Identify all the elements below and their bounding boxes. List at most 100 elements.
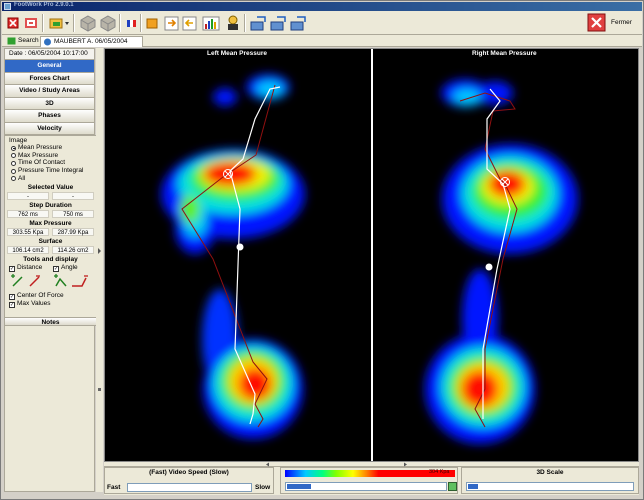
nav-forces-chart[interactable]: Forces Chart	[5, 72, 94, 85]
radio-dot	[11, 160, 16, 166]
date-label: Date : 06/05/2004 10:17:00	[5, 49, 94, 60]
radio-dot	[11, 168, 16, 174]
scale-slider-thumb[interactable]	[287, 484, 311, 489]
nav-velocity[interactable]: Velocity	[5, 122, 94, 135]
scale-max-label: 304 Kpa	[429, 469, 450, 475]
selected-value-left: -	[7, 192, 49, 201]
splitter[interactable]	[96, 48, 103, 492]
remove-angle-icon	[72, 275, 88, 288]
surface-heading: Surface	[38, 238, 63, 246]
tools-icons	[11, 274, 88, 288]
right-foot-heatmap	[425, 79, 578, 444]
radio-label: Max Pressure	[18, 151, 59, 159]
radio-max-pressure[interactable]: Max Pressure	[5, 152, 96, 160]
transfer-icon[interactable]	[288, 13, 310, 33]
toolbar: Fermer	[2, 11, 642, 35]
nav-3d[interactable]: 3D	[5, 97, 94, 110]
search-icon	[7, 37, 16, 45]
slow-label: Slow	[255, 484, 271, 491]
check-icon: ✓	[9, 302, 15, 309]
left-foot-heatmap	[161, 74, 305, 439]
scale3d-slider-thumb[interactable]	[468, 484, 478, 489]
pressure-view[interactable]: Left Mean Pressure Right Mean Pressure	[104, 48, 639, 462]
cube-icon[interactable]	[98, 13, 118, 33]
app-window: FootWork Pro 2.9.0.1 Fermer Search MAUBE…	[0, 0, 644, 500]
scale-apply-icon[interactable]	[448, 482, 457, 491]
check-icon: ✓	[9, 266, 15, 273]
tab-patient[interactable]: MAUBERT A. 06/05/2004 10:17:00	[40, 36, 143, 55]
title-bar: FootWork Pro 2.9.0.1	[2, 2, 642, 11]
max-values-checkbox[interactable]: ✓ Max Values	[9, 300, 51, 309]
scale3d-panel: 3D Scale	[461, 467, 639, 494]
export-icon[interactable]	[162, 13, 182, 33]
transfer-icon[interactable]	[268, 13, 290, 33]
sidebar: Date : 06/05/2004 10:17:00 General Force…	[4, 48, 96, 492]
worker-icon[interactable]	[222, 13, 244, 33]
tab-search-label: Search	[18, 37, 39, 44]
step-duration-heading: Step Duration	[29, 202, 72, 210]
fast-label: Fast	[107, 484, 121, 491]
scale-slider[interactable]	[285, 482, 447, 491]
flag-icon[interactable]	[22, 13, 40, 33]
folder-icon[interactable]	[47, 13, 71, 33]
tab-search[interactable]: Search	[5, 36, 41, 47]
center-of-force-label: Center Of Force	[17, 292, 64, 300]
notes-section[interactable]: Notes	[5, 317, 96, 326]
radio-pressure-time-integral[interactable]: Pressure Time Integral	[5, 167, 96, 175]
check-icon: ✓	[53, 266, 59, 273]
cube-icon[interactable]	[78, 13, 98, 33]
close-icon	[587, 13, 606, 32]
close-button-label: Fermer	[611, 19, 632, 26]
radio-label: Time Of Contact	[18, 159, 66, 167]
scale3d-label: 3D Scale	[536, 469, 564, 476]
radio-all[interactable]: All	[5, 175, 96, 183]
transfer-icon[interactable]	[248, 13, 270, 33]
flag-fr-icon[interactable]	[124, 13, 140, 33]
chart-icon[interactable]	[200, 13, 222, 33]
radio-label: All	[18, 174, 26, 182]
angle-label: Angle	[61, 264, 78, 272]
angle-checkbox[interactable]: ✓ Angle	[53, 264, 78, 273]
max-pressure-heading: Max Pressure	[29, 220, 72, 228]
import-icon[interactable]	[180, 13, 200, 33]
max-pressure-left: 303.55 Kpa	[7, 228, 49, 237]
radio-mean-pressure[interactable]: Mean Pressure	[5, 144, 96, 152]
patient-icon	[44, 38, 51, 46]
tab-bar: Search MAUBERT A. 06/05/2004 10:17:00	[2, 35, 642, 55]
surface-right: 114.26 cm2	[52, 246, 94, 255]
radio-time-of-contact[interactable]: Time Of Contact	[5, 159, 96, 167]
add-distance-icon	[11, 274, 23, 287]
video-speed-slider[interactable]	[127, 483, 252, 492]
radio-label: Pressure Time Integral	[18, 167, 84, 175]
step-duration-left: 762 ms	[7, 210, 49, 219]
bottom-controls: (Fast) Video Speed (Slow) Fast Slow 304 …	[104, 467, 639, 495]
nav-phases[interactable]: Phases	[5, 110, 94, 123]
step-duration-right: 750 ms	[52, 210, 94, 219]
nav-general[interactable]: General	[5, 60, 94, 73]
app-icon	[4, 3, 11, 10]
scale3d-slider[interactable]	[466, 482, 634, 491]
close-button[interactable]: Fermer	[580, 12, 642, 34]
image-group-label: Image	[9, 137, 28, 144]
exit-red-icon[interactable]	[6, 13, 20, 33]
max-values-label: Max Values	[17, 300, 51, 308]
radio-dot	[11, 153, 16, 159]
remove-distance-icon	[29, 275, 40, 287]
video-speed-panel: (Fast) Video Speed (Slow) Fast Slow	[104, 467, 274, 494]
radio-dot	[11, 176, 16, 182]
distance-checkbox[interactable]: ✓ Distance	[9, 264, 42, 273]
tools-heading: Tools and display	[23, 256, 78, 264]
selected-value-heading: Selected Value	[27, 184, 74, 192]
pressure-scale-panel: 304 Kpa	[280, 467, 458, 494]
surface-left: 106.14 cm2	[7, 246, 49, 255]
splitter-grip-icon	[98, 248, 101, 391]
orange-card-icon[interactable]	[144, 13, 160, 33]
max-pressure-right: 287.99 Kpa	[52, 228, 94, 237]
pressure-maps	[161, 74, 578, 444]
window-title: FootWork Pro 2.9.0.1	[14, 2, 74, 8]
nav-video-study-areas[interactable]: Video / Study Areas	[5, 85, 94, 98]
video-speed-label: (Fast) Video Speed (Slow)	[149, 469, 229, 476]
general-panel: Image Mean Pressure Max Pressure Time Of…	[5, 135, 96, 317]
center-of-force-checkbox[interactable]: ✓ Center Of Force	[9, 292, 64, 301]
radio-dot	[11, 145, 16, 151]
